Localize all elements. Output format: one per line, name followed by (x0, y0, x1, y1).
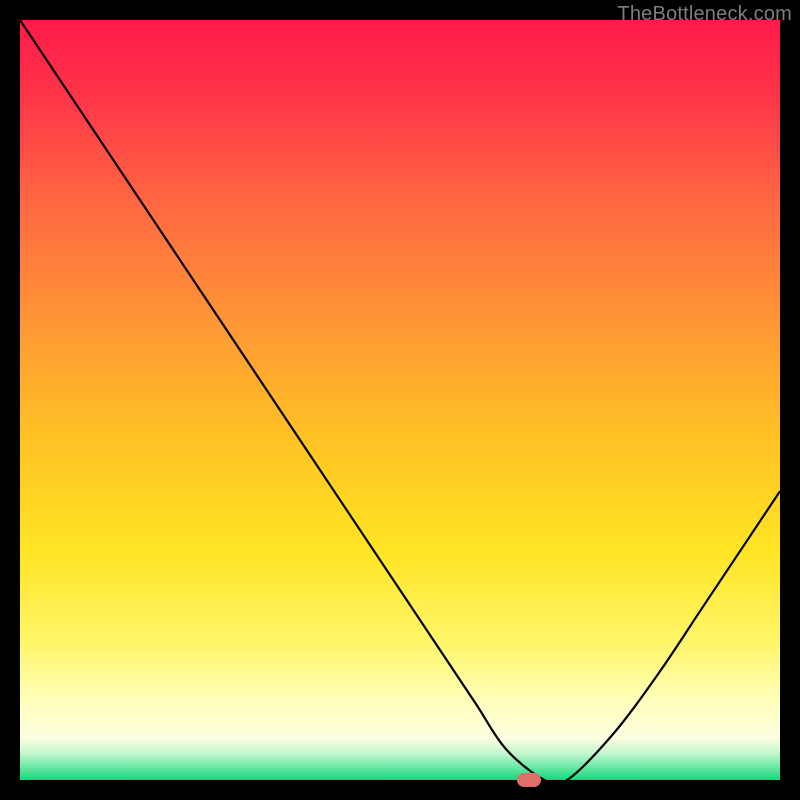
chart-stage: TheBottleneck.com (0, 0, 800, 800)
minimum-marker (517, 773, 541, 787)
curve-layer (20, 20, 780, 780)
plot-area (20, 20, 780, 780)
bottleneck-curve (20, 20, 780, 780)
